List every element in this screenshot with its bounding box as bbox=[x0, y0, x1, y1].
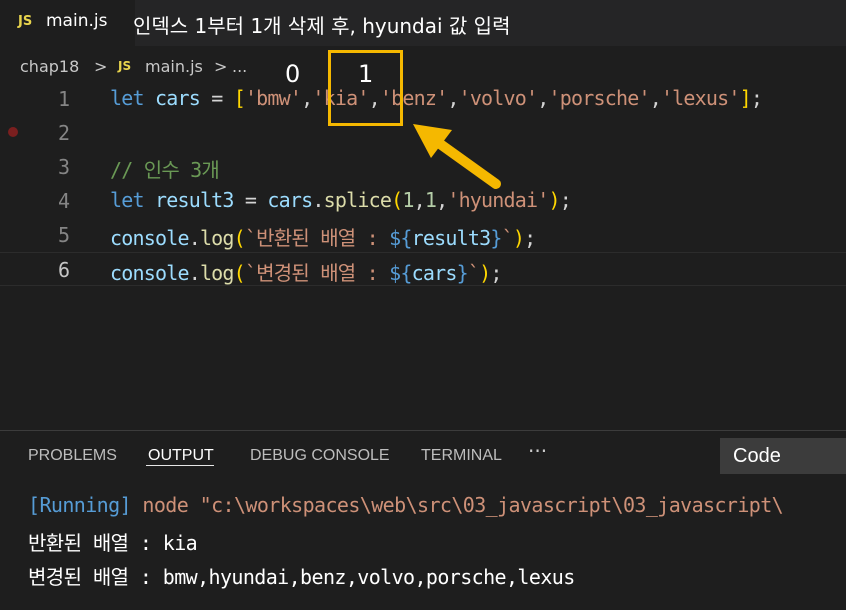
tab-output[interactable]: OUTPUT bbox=[148, 447, 214, 465]
more-actions-icon[interactable]: ··· bbox=[528, 439, 547, 463]
bottom-panel: PROBLEMS OUTPUT DEBUG CONSOLE TERMINAL ·… bbox=[0, 430, 846, 610]
output-line: 변경된 배열 : bmw,hyundai,benz,volvo,porsche,… bbox=[28, 565, 575, 589]
output-line: [Running] node "c:\workspaces\web\src\03… bbox=[28, 493, 784, 517]
tab-debug-console[interactable]: DEBUG CONSOLE bbox=[250, 447, 390, 465]
output-channel-select[interactable]: Code bbox=[720, 438, 846, 474]
tab-problems[interactable]: PROBLEMS bbox=[28, 447, 117, 465]
tab-terminal[interactable]: TERMINAL bbox=[421, 447, 502, 465]
output-line: 반환된 배열 : kia bbox=[28, 531, 198, 555]
output-channel-value: Code bbox=[733, 445, 781, 467]
active-tab-indicator bbox=[146, 465, 214, 466]
